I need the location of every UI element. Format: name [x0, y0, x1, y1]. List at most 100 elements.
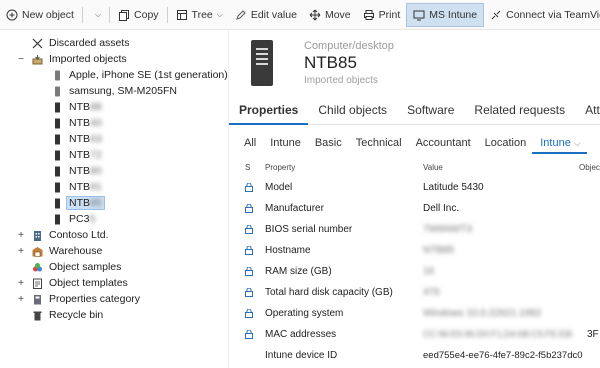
property-filter-tabs: All Intune Basic Technical Accountant Lo…	[229, 134, 600, 154]
ms-intune-label: MS Intune	[429, 8, 478, 21]
subtab-basic[interactable]: Basic	[307, 134, 348, 154]
tree-item-label: Discarded assets	[49, 37, 130, 49]
subtab-intune[interactable]: Intune	[262, 134, 307, 154]
import-group-icon	[32, 54, 43, 65]
tree-item-ntb[interactable]: NTB88	[52, 99, 104, 115]
property-row[interactable]: BIOS serial number 7W6NWT3	[229, 220, 600, 241]
tree-item-templates[interactable]: + Object templates	[16, 275, 130, 291]
trash-icon	[32, 310, 43, 321]
expand-toggle[interactable]: +	[16, 230, 26, 241]
property-row[interactable]: Hostname NTB85	[229, 241, 600, 262]
property-row[interactable]: Intune device ID eed755e4-ee76-4fe7-89c2…	[229, 346, 600, 367]
tree-item-ntb[interactable]: NTB81	[52, 179, 104, 195]
tree-item-label: Properties category	[49, 293, 141, 305]
subtab-technical[interactable]: Technical	[348, 134, 408, 154]
tree-item-samples[interactable]: Object samples	[32, 259, 123, 275]
property-label: Hostname	[265, 245, 311, 256]
tree-item-contoso[interactable]: + Contoso Ltd.	[16, 227, 111, 243]
tree-item-pc[interactable]: PC35	[52, 211, 97, 227]
collapse-toggle[interactable]: −	[16, 54, 26, 65]
property-label: RAM size (GB)	[265, 266, 332, 277]
tab-child-objects[interactable]: Child objects	[308, 98, 397, 125]
tree-item-name: NTB	[69, 197, 90, 209]
lock-icon	[245, 308, 253, 318]
connect-teamviewer-button[interactable]: Connect via TeamViewer	[484, 3, 600, 27]
chevron-down-icon: ⌵	[216, 9, 223, 19]
object-header: Computer/desktop NTB85 Imported objects	[229, 30, 600, 94]
new-object-dropdown[interactable]: ⌵	[85, 3, 107, 27]
tab-properties[interactable]: Properties	[229, 98, 309, 125]
tree-item-ntb[interactable]: NTB40	[52, 115, 104, 131]
tree-item-properties-category[interactable]: + Properties category	[16, 291, 142, 307]
computer-tower-icon	[52, 134, 63, 145]
property-row[interactable]: Model Latitude 5430	[229, 178, 600, 199]
property-row[interactable]: RAM size (GB) 16	[229, 262, 600, 283]
subtab-intune-dropdown[interactable]: Intune ⌵	[532, 134, 587, 154]
tree-item-label: NTB88	[67, 101, 104, 113]
redacted-text: 5	[89, 213, 96, 225]
redacted-text: 81	[90, 181, 102, 193]
print-button[interactable]: Print	[357, 3, 407, 27]
property-value: Windows 10.0.22621.1992	[423, 308, 542, 319]
property-label: MAC addresses	[265, 329, 337, 340]
edit-value-label: Edit value	[250, 8, 297, 21]
toolbar-divider	[81, 6, 83, 23]
move-button[interactable]: Move	[303, 3, 357, 27]
property-value: 476	[423, 287, 440, 298]
tab-attachments[interactable]: Attachments	[575, 98, 600, 125]
warehouse-icon	[32, 246, 43, 257]
tree-item-label: PC35	[67, 213, 97, 225]
edit-value-button[interactable]: Edit value	[229, 3, 303, 27]
toolbar-divider	[109, 6, 111, 23]
tree-item-ntb[interactable]: NTB63	[52, 131, 104, 147]
tree-item-discarded[interactable]: Discarded assets	[32, 35, 132, 51]
new-object-button[interactable]: New object	[0, 3, 80, 27]
tree-item-warehouse[interactable]: + Warehouse	[16, 243, 104, 259]
shapes-icon	[32, 262, 43, 273]
expand-toggle[interactable]: +	[16, 278, 26, 289]
property-label: Model	[265, 182, 293, 193]
tree-item-ntb[interactable]: NTB80	[52, 163, 104, 179]
expand-toggle[interactable]: +	[16, 246, 26, 257]
subtab-all[interactable]: All	[229, 134, 262, 154]
copy-button[interactable]: Copy	[112, 3, 165, 27]
tree-item-label: NTB80	[67, 165, 104, 177]
tree-item-apple[interactable]: Apple, iPhone SE (1st generation)	[52, 67, 228, 83]
property-row[interactable]: Operating system Windows 10.0.22621.1992	[229, 304, 600, 325]
property-value: CC:96:E5:96:D0:F1,D4:6B:C5:FE:EB:	[423, 329, 575, 339]
column-header-property[interactable]: Property	[265, 163, 295, 172]
subtab-location[interactable]: Location	[477, 134, 533, 154]
property-row[interactable]: Total hard disk capacity (GB) 476	[229, 283, 600, 304]
tree-button[interactable]: Tree ⌵	[170, 3, 229, 27]
remote-connect-icon	[490, 9, 502, 21]
lock-icon	[245, 203, 253, 213]
tree-item-ntb[interactable]: NTB72	[52, 147, 104, 163]
lock-icon	[245, 329, 253, 339]
computer-tower-icon	[52, 102, 63, 113]
ms-intune-button[interactable]: MS Intune	[406, 2, 485, 27]
column-header-object[interactable]: Object	[579, 163, 600, 172]
tab-software[interactable]: Software	[397, 98, 464, 125]
tree-item-label: NTB72	[67, 149, 104, 161]
property-row[interactable]: MAC addresses CC:96:E5:96:D0:F1,D4:6B:C5…	[229, 325, 600, 346]
tree-item-ntb-selected[interactable]: NTB85	[52, 195, 105, 211]
category-book-icon	[32, 294, 43, 305]
tree-item-label: Imported objects	[49, 53, 127, 65]
edit-icon	[235, 9, 247, 21]
tree-item-label: Warehouse	[49, 245, 103, 257]
tree-item-imported[interactable]: − Imported objects	[16, 51, 129, 67]
property-value: eed755e4-ee76-4fe7-89c2-f5b237dc0	[423, 350, 583, 361]
subtab-accountant[interactable]: Accountant	[408, 134, 477, 154]
toolbar-divider	[166, 6, 168, 23]
column-header-value[interactable]: Value	[423, 163, 443, 172]
property-row[interactable]: Manufacturer Dell Inc.	[229, 199, 600, 220]
column-header-s[interactable]: S	[245, 163, 250, 172]
tree-item-recycle-bin[interactable]: Recycle bin	[32, 307, 105, 323]
copy-label: Copy	[134, 8, 159, 21]
tab-related-requests[interactable]: Related requests	[464, 98, 575, 125]
tree-item-samsung[interactable]: samsung, SM-M205FN	[52, 83, 179, 99]
print-label: Print	[378, 8, 401, 21]
expand-toggle[interactable]: +	[16, 294, 26, 305]
tree-item-name: NTB	[69, 117, 90, 129]
template-icon	[32, 278, 43, 289]
